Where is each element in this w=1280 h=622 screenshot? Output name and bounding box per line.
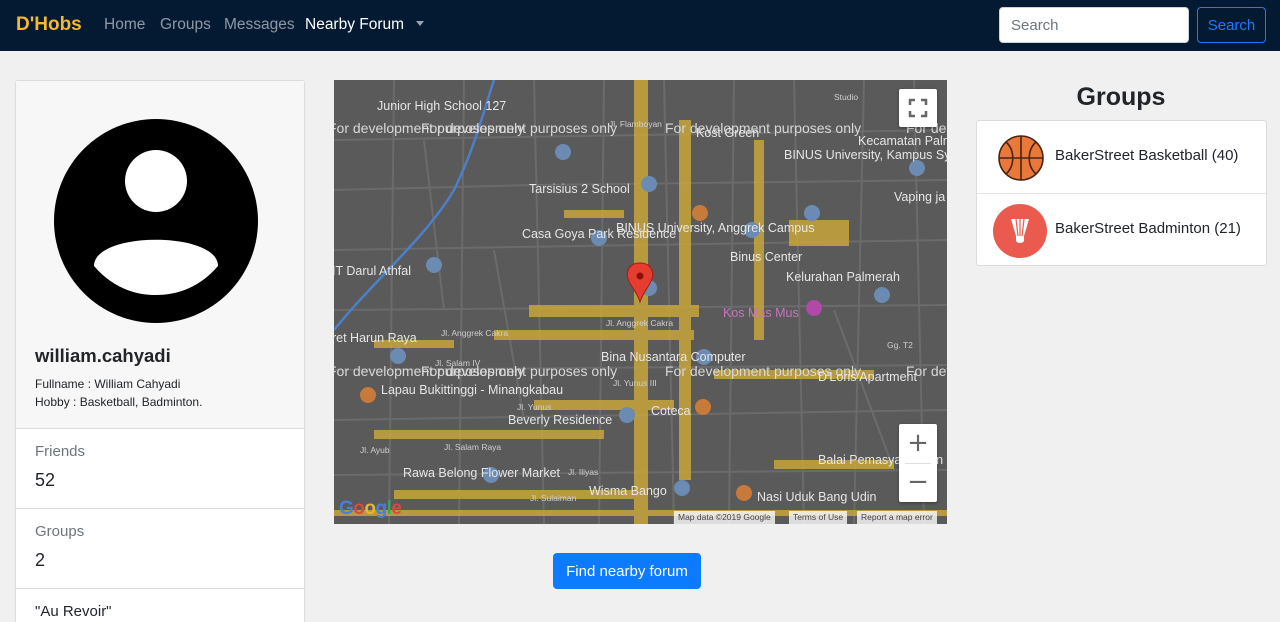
search-button[interactable]: Search <box>1197 7 1266 43</box>
profile-hobby: Hobby : Basketball, Badminton. <box>35 395 203 409</box>
map-label: BINUS University, Anggrek Campus <box>616 221 814 235</box>
search-input[interactable] <box>999 7 1189 43</box>
stat-friends[interactable]: Friends 52 <box>16 429 304 509</box>
map-label-poi: Kos Mas Mus <box>723 306 799 320</box>
map-fullscreen-button[interactable] <box>899 89 937 127</box>
shuttlecock-icon <box>993 204 1047 258</box>
stat-value: 2 <box>35 550 46 570</box>
street-label: Jl. Salam IV <box>435 358 481 368</box>
street-label: Jl. Iliyas <box>568 467 598 477</box>
map-pin-icon[interactable] <box>626 262 654 304</box>
street-label: Jl. Ayub <box>360 445 390 455</box>
map-label: BINUS University, Kampus Syahdan <box>784 148 947 162</box>
nav-home[interactable]: Home <box>104 16 145 34</box>
nav-messages[interactable]: Messages <box>224 16 295 34</box>
group-item-badminton[interactable]: BakerStreet Badminton (21) <box>977 193 1266 265</box>
map-label: D'Loris Apartment <box>818 370 917 384</box>
stat-label: Groups <box>35 523 85 540</box>
map-label: Kelurahan Palmerah <box>786 270 900 284</box>
profile-header: william.cahyadi Fullname : William Cahya… <box>16 81 304 429</box>
nav-nearby-forum[interactable]: Nearby Forum <box>305 16 404 34</box>
groups-list: BakerStreet Basketball (40) BakerStreet … <box>976 120 1267 266</box>
stat-value: 52 <box>35 470 56 490</box>
nav-groups[interactable]: Groups <box>160 16 211 34</box>
group-label: BakerStreet Basketball (40) <box>1055 147 1239 164</box>
zoom-out-button[interactable]: − <box>899 463 937 502</box>
map-label: Kost Green <box>696 126 759 140</box>
group-label: BakerStreet Badminton (21) <box>1055 220 1241 237</box>
dropdown-caret-icon[interactable] <box>416 21 424 26</box>
street-label: Studio <box>834 92 858 102</box>
profile-fullname: Fullname : William Cahyadi <box>35 377 181 391</box>
street-label: Jl. Sulaiman <box>530 493 577 503</box>
street-label: Jl. Yunus III <box>613 378 657 388</box>
street-label: Jl. Anggrek Cakra <box>606 318 673 328</box>
street-label: Jl. Salam Raya <box>444 442 501 452</box>
map-label: Beverly Residence <box>508 413 612 427</box>
map-label: Vaping ja <box>894 190 945 204</box>
street-label: Gg. T2 <box>887 340 913 350</box>
profile-card: william.cahyadi Fullname : William Cahya… <box>15 80 305 622</box>
brand-logo[interactable]: D'Hobs <box>16 14 82 36</box>
map-zoom-control: + − <box>899 424 937 502</box>
map-label: Nasi Uduk Bang Udin <box>757 490 877 504</box>
nearby-map[interactable]: For development purposes only For develo… <box>334 80 947 524</box>
stat-label: Friends <box>35 443 86 460</box>
street-label: Jl. Yunus <box>517 402 551 412</box>
zoom-in-button[interactable]: + <box>899 424 937 463</box>
dev-watermark: For development purposes only <box>421 120 617 136</box>
user-circle-icon <box>54 119 258 323</box>
map-label: Wisma Bango <box>589 484 667 498</box>
street-label: Jl. Flamboyan <box>609 119 662 129</box>
dev-watermark: For development purposes only <box>665 120 861 136</box>
top-navbar: D'Hobs Home Groups Messages Nearby Forum… <box>0 0 1280 51</box>
profile-quote: "Au Revoir" <box>35 603 112 620</box>
map-report-link[interactable]: Report a map error <box>857 511 937 524</box>
map-label: Coteca <box>651 404 691 418</box>
basketball-icon <box>998 135 1044 181</box>
map-data-attribution: Map data ©2019 Google <box>674 511 775 524</box>
map-tiles[interactable]: For development purposes only For develo… <box>334 80 947 524</box>
map-terms-link[interactable]: Terms of Use <box>789 511 848 524</box>
map-label: Junior High School 127 <box>377 99 506 113</box>
map-label: Rawa Belong Flower Market <box>403 466 561 480</box>
find-nearby-forum-button[interactable]: Find nearby forum <box>553 553 701 589</box>
map-label: Kecamatan Palmerah <box>858 134 947 148</box>
group-item-basketball[interactable]: BakerStreet Basketball (40) <box>977 121 1266 193</box>
stat-groups[interactable]: Groups 2 <box>16 509 304 589</box>
map-label: Lapau Bukittinggi - Minangkabau <box>381 383 563 397</box>
map-label: Bina Nusantara Computer <box>601 350 746 364</box>
map-label: Binus Center <box>730 250 802 264</box>
groups-title: Groups <box>1076 83 1166 111</box>
street-label: Jl. Anggrek Cakra <box>441 328 508 338</box>
fullscreen-icon <box>908 98 928 118</box>
profile-username: william.cahyadi <box>35 345 171 366</box>
google-logo[interactable]: Google <box>339 498 402 520</box>
map-label: ret Harun Raya <box>334 331 417 345</box>
map-label: IT Darul Athfal <box>334 264 411 278</box>
map-label: Tarsisius 2 School <box>529 182 630 196</box>
